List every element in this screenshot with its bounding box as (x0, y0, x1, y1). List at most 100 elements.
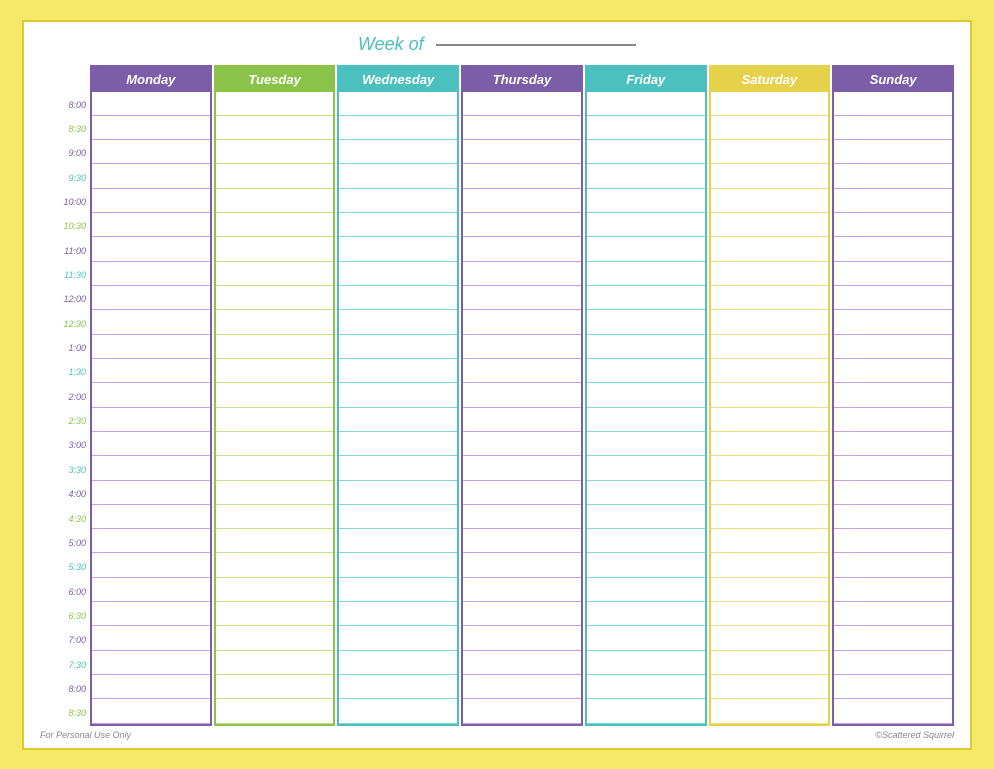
day-slot[interactable] (92, 383, 210, 407)
day-slot[interactable] (834, 92, 952, 116)
day-slot[interactable] (711, 189, 829, 213)
day-slot[interactable] (834, 456, 952, 480)
day-slot[interactable] (216, 699, 334, 723)
day-slot[interactable] (92, 432, 210, 456)
day-slot[interactable] (463, 213, 581, 237)
day-slot[interactable] (834, 237, 952, 261)
day-slot[interactable] (463, 140, 581, 164)
day-slot[interactable] (339, 310, 457, 334)
day-slot[interactable] (92, 626, 210, 650)
day-slot[interactable] (711, 310, 829, 334)
day-slots-wednesday[interactable] (339, 92, 457, 724)
day-slot[interactable] (92, 481, 210, 505)
day-slot[interactable] (711, 553, 829, 577)
day-slot[interactable] (339, 359, 457, 383)
day-slot[interactable] (587, 408, 705, 432)
day-slot[interactable] (587, 335, 705, 359)
day-slot[interactable] (587, 383, 705, 407)
day-slots-monday[interactable] (92, 92, 210, 724)
day-slot[interactable] (587, 213, 705, 237)
day-slots-friday[interactable] (587, 92, 705, 724)
day-slot[interactable] (834, 432, 952, 456)
day-slot[interactable] (587, 164, 705, 188)
day-slot[interactable] (463, 432, 581, 456)
day-slot[interactable] (92, 92, 210, 116)
day-slots-sunday[interactable] (834, 92, 952, 724)
day-slot[interactable] (216, 140, 334, 164)
day-slot[interactable] (463, 675, 581, 699)
day-slot[interactable] (339, 456, 457, 480)
day-slot[interactable] (711, 335, 829, 359)
day-slot[interactable] (711, 408, 829, 432)
day-slot[interactable] (463, 481, 581, 505)
day-slot[interactable] (339, 213, 457, 237)
day-slot[interactable] (834, 553, 952, 577)
day-slot[interactable] (339, 699, 457, 723)
day-slot[interactable] (339, 116, 457, 140)
day-slot[interactable] (92, 505, 210, 529)
day-slot[interactable] (92, 116, 210, 140)
day-slots-tuesday[interactable] (216, 92, 334, 724)
day-slots-thursday[interactable] (463, 92, 581, 724)
day-slot[interactable] (92, 675, 210, 699)
day-slot[interactable] (216, 189, 334, 213)
day-slot[interactable] (834, 286, 952, 310)
day-slot[interactable] (834, 359, 952, 383)
day-slot[interactable] (463, 699, 581, 723)
day-slot[interactable] (587, 359, 705, 383)
day-slot[interactable] (463, 553, 581, 577)
day-slot[interactable] (463, 335, 581, 359)
day-slot[interactable] (339, 140, 457, 164)
day-slot[interactable] (216, 626, 334, 650)
day-slot[interactable] (463, 383, 581, 407)
day-slot[interactable] (587, 699, 705, 723)
day-slot[interactable] (92, 553, 210, 577)
day-slot[interactable] (711, 92, 829, 116)
day-slot[interactable] (711, 505, 829, 529)
day-slot[interactable] (339, 237, 457, 261)
day-slot[interactable] (711, 481, 829, 505)
day-slot[interactable] (339, 602, 457, 626)
day-slot[interactable] (216, 602, 334, 626)
day-slot[interactable] (463, 92, 581, 116)
day-slot[interactable] (587, 675, 705, 699)
day-slot[interactable] (834, 335, 952, 359)
day-slot[interactable] (92, 651, 210, 675)
day-slot[interactable] (711, 699, 829, 723)
day-slot[interactable] (216, 335, 334, 359)
day-slot[interactable] (216, 310, 334, 334)
day-slot[interactable] (463, 189, 581, 213)
day-slot[interactable] (834, 383, 952, 407)
day-slot[interactable] (587, 626, 705, 650)
day-slot[interactable] (216, 383, 334, 407)
day-slot[interactable] (463, 262, 581, 286)
day-slot[interactable] (339, 675, 457, 699)
day-slot[interactable] (92, 164, 210, 188)
day-slot[interactable] (463, 651, 581, 675)
day-slot[interactable] (92, 262, 210, 286)
day-slot[interactable] (216, 237, 334, 261)
day-slot[interactable] (92, 140, 210, 164)
day-slot[interactable] (834, 651, 952, 675)
day-slot[interactable] (216, 116, 334, 140)
day-slot[interactable] (587, 481, 705, 505)
day-slot[interactable] (339, 481, 457, 505)
day-slot[interactable] (834, 505, 952, 529)
day-slot[interactable] (711, 262, 829, 286)
day-slot[interactable] (463, 456, 581, 480)
day-slot[interactable] (339, 262, 457, 286)
day-slot[interactable] (339, 626, 457, 650)
day-slot[interactable] (463, 237, 581, 261)
day-slot[interactable] (339, 164, 457, 188)
day-slot[interactable] (92, 189, 210, 213)
day-slot[interactable] (216, 651, 334, 675)
day-slot[interactable] (587, 116, 705, 140)
day-slot[interactable] (834, 626, 952, 650)
day-slot[interactable] (463, 408, 581, 432)
day-slot[interactable] (711, 164, 829, 188)
day-slot[interactable] (339, 432, 457, 456)
day-slot[interactable] (587, 92, 705, 116)
day-slot[interactable] (587, 237, 705, 261)
day-slot[interactable] (463, 116, 581, 140)
day-slot[interactable] (339, 189, 457, 213)
